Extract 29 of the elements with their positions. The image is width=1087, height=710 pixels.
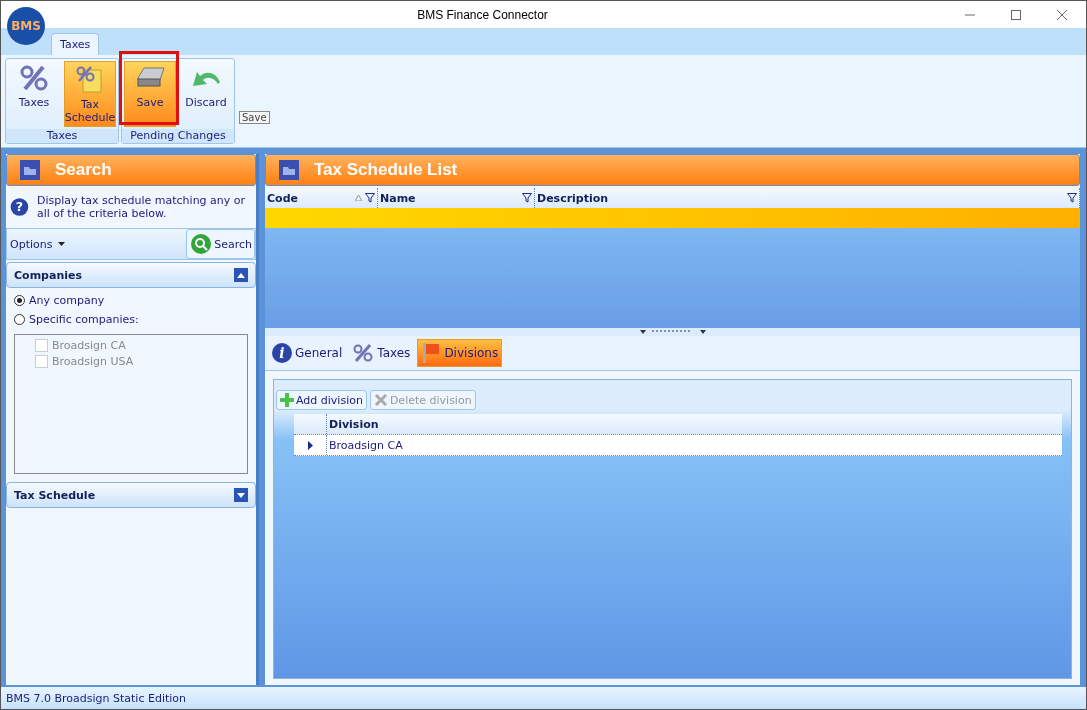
detail-tab[interactable]: i General bbox=[269, 339, 346, 367]
column-header[interactable]: Division bbox=[327, 414, 379, 434]
ribbon-tab[interactable]: Taxes bbox=[51, 33, 100, 55]
hint-text: Display tax schedule matching any or all of the criteria below. bbox=[36, 194, 247, 220]
ribbon-button[interactable]: Tax Schedule bbox=[64, 61, 116, 127]
window-title: BMS Finance Connector bbox=[416, 7, 549, 22]
radio-option[interactable]: Any company bbox=[14, 294, 248, 307]
ribbon-button[interactable]: Taxes bbox=[8, 61, 60, 127]
panel-title: Search bbox=[55, 160, 112, 180]
section-header[interactable]: Tax Schedule bbox=[6, 482, 256, 508]
search-button[interactable]: Search bbox=[186, 229, 255, 259]
ribbon-group-label: Taxes bbox=[6, 129, 118, 143]
table-cell[interactable]: Broadsign CA bbox=[327, 435, 403, 455]
options-dropdown[interactable]: Options bbox=[7, 229, 66, 259]
tooltip: Save bbox=[239, 111, 270, 124]
status-bar-text: BMS 7.0 Broadsign Static Edition bbox=[1, 687, 1086, 709]
radio-option[interactable]: Specific companies: bbox=[14, 313, 248, 326]
panel-title: Tax Schedule List bbox=[314, 160, 458, 180]
toolbar-button[interactable]: Add division bbox=[276, 390, 367, 410]
detail-tab[interactable]: Divisions bbox=[417, 339, 503, 367]
detail-tab[interactable]: Taxes bbox=[349, 339, 414, 367]
info-icon: i bbox=[272, 343, 292, 363]
section-title: Tax Schedule bbox=[14, 488, 96, 502]
section-title: Companies bbox=[14, 268, 82, 282]
section-header[interactable]: Companies bbox=[6, 262, 256, 288]
app-logo[interactable]: BMS bbox=[7, 7, 45, 45]
ribbon-button[interactable]: Save bbox=[124, 61, 176, 127]
ribbon-group-label: Pending Changes bbox=[122, 129, 234, 143]
ribbon-button[interactable]: Discard bbox=[180, 61, 232, 127]
